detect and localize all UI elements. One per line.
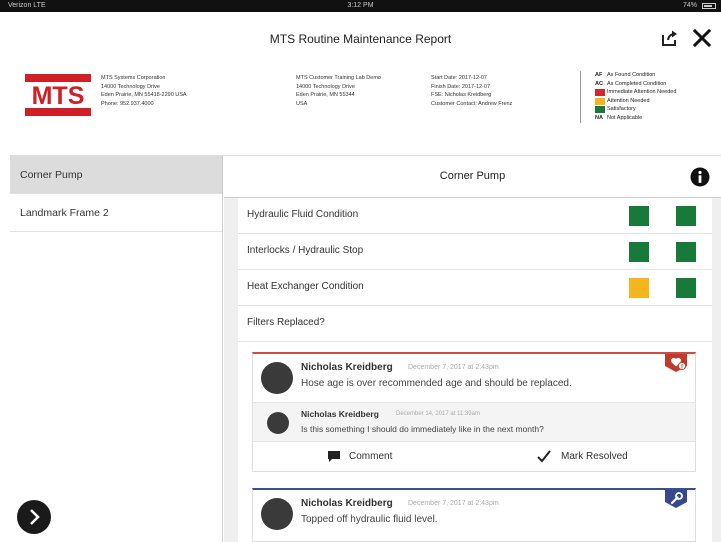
customer-address: MTS Customer Training Lab Demo 14000 Tec…	[296, 74, 381, 108]
reply-text: Is this something I should do immediatel…	[301, 424, 544, 434]
checkmark-icon	[537, 450, 551, 463]
as-completed-status[interactable]	[676, 206, 696, 226]
mark-resolved-button[interactable]: Mark Resolved	[537, 450, 628, 463]
as-found-status[interactable]	[629, 278, 649, 298]
legend-row-na: NA Not Applicable	[595, 114, 643, 121]
main-header: Corner Pump	[224, 156, 721, 198]
avatar	[261, 498, 293, 530]
comment-date: December 7, 2017 at 2:43pm	[408, 364, 499, 371]
comment-author: Nicholas Kreidberg	[301, 362, 393, 373]
clock: 3:12 PM	[347, 2, 374, 9]
condition-label: Heat Exchanger Condition	[247, 281, 364, 292]
share-button[interactable]	[660, 28, 680, 48]
condition-row: Heat Exchanger Condition	[238, 270, 712, 306]
comment-icon	[328, 451, 340, 462]
company-street: 14000 Technology Drive	[101, 83, 160, 90]
mts-logo: MTS	[25, 74, 91, 116]
chevron-right-icon	[30, 509, 40, 525]
company-address: MTS Systems Corporation 14000 Technology…	[101, 74, 187, 108]
legend-row-af: AF As Found Condition	[595, 72, 656, 78]
svg-text:MTS: MTS	[32, 82, 85, 110]
legend-row-immediate: Immediate Attention Needed	[595, 88, 676, 97]
comment-actions: Comment Mark Resolved	[253, 442, 695, 472]
status-bar: Verizon LTE 3:12 PM 74%	[0, 0, 721, 12]
report-title: MTS Routine Maintenance Report	[269, 32, 452, 46]
company-name: MTS Systems Corporation	[101, 75, 166, 81]
comment-author: Nicholas Kreidberg	[301, 498, 393, 509]
as-completed-status[interactable]	[676, 278, 696, 298]
condition-label: Interlocks / Hydraulic Stop	[247, 245, 364, 256]
comment-card: Nicholas Kreidberg December 7, 2017 at 2…	[252, 488, 696, 542]
customer-city: Eden Prairie, MN 55344	[296, 92, 355, 99]
reply-row: Nicholas Kreidberg December 14, 2017 at …	[253, 402, 695, 442]
as-found-status[interactable]	[629, 206, 649, 226]
comment-button[interactable]: Comment	[327, 450, 392, 463]
as-completed-status[interactable]	[676, 242, 696, 262]
info-button[interactable]	[690, 167, 710, 187]
close-icon	[692, 28, 712, 48]
condition-legend: AF As Found Condition AC As Completed Co…	[580, 71, 676, 123]
next-button[interactable]	[17, 500, 51, 534]
condition-row: Hydraulic Fluid Condition	[238, 198, 712, 234]
customer-name: MTS Customer Training Lab Demo	[296, 75, 381, 81]
close-button[interactable]	[690, 26, 714, 50]
info-icon	[690, 167, 710, 187]
finish-date: Finish Date: 2017-12-07	[431, 83, 491, 90]
alert-badge-icon[interactable]	[665, 354, 687, 372]
customer-street: 14000 Technology Drive	[296, 83, 355, 90]
comment-text: Hose age is over recommended age and sho…	[301, 378, 572, 389]
legend-row-attention: Attention Needed	[595, 97, 676, 106]
start-date: Start Date: 2017-12-07	[431, 75, 487, 81]
sidebar-item-landmark-frame-2[interactable]: Landmark Frame 2	[10, 194, 222, 232]
legend-swatch-red	[595, 88, 605, 96]
customer-contact: Customer Contact: Andrew Frenz	[431, 100, 513, 107]
customer-country: USA	[296, 100, 308, 107]
equipment-sidebar: Corner Pump Landmark Frame 2	[10, 156, 223, 542]
as-found-status[interactable]	[629, 242, 649, 262]
avatar	[267, 412, 289, 434]
avatar	[261, 362, 293, 394]
comment-text: Topped off hydraulic fluid level.	[301, 514, 438, 525]
page-title: Corner Pump	[439, 170, 506, 182]
comment-card: Nicholas Kreidberg December 7, 2017 at 2…	[252, 352, 696, 472]
legend-row-ac: AC As Completed Condition	[595, 80, 667, 87]
condition-row: Interlocks / Hydraulic Stop	[238, 234, 712, 270]
legend-swatch-green	[595, 106, 605, 114]
company-city: Eden Prairie, MN 55418-2290 USA	[101, 92, 187, 99]
legend-swatch-yellow	[595, 97, 605, 105]
comment-date: December 7, 2017 at 2:43pm	[408, 500, 499, 507]
reply-author: Nicholas Kreidberg	[301, 409, 379, 419]
sidebar-item-corner-pump[interactable]: Corner Pump	[10, 156, 222, 194]
legend-row-satisfactory: Satisfactory	[595, 105, 676, 114]
condition-label: Hydraulic Fluid Condition	[247, 209, 359, 220]
battery-icon	[702, 3, 716, 9]
share-icon	[662, 30, 677, 46]
condition-label: Filters Replaced?	[247, 317, 325, 328]
fse-name: FSE: Nicholas Kreidberg	[431, 92, 492, 99]
visit-details: Start Date: 2017-12-07 Finish Date: 2017…	[431, 74, 512, 108]
main-pane: Corner Pump Hydraulic Fluid Condition In…	[224, 156, 721, 542]
reply-date: December 14, 2017 at 11:39am	[396, 411, 480, 417]
battery-percent: 74%	[682, 2, 697, 9]
inspection-panel: Hydraulic Fluid Condition Interlocks / H…	[238, 198, 712, 542]
company-phone: Phone: 952.937.4000	[101, 100, 154, 107]
wrench-badge-icon[interactable]	[665, 490, 687, 508]
condition-row: Filters Replaced?	[238, 306, 712, 342]
